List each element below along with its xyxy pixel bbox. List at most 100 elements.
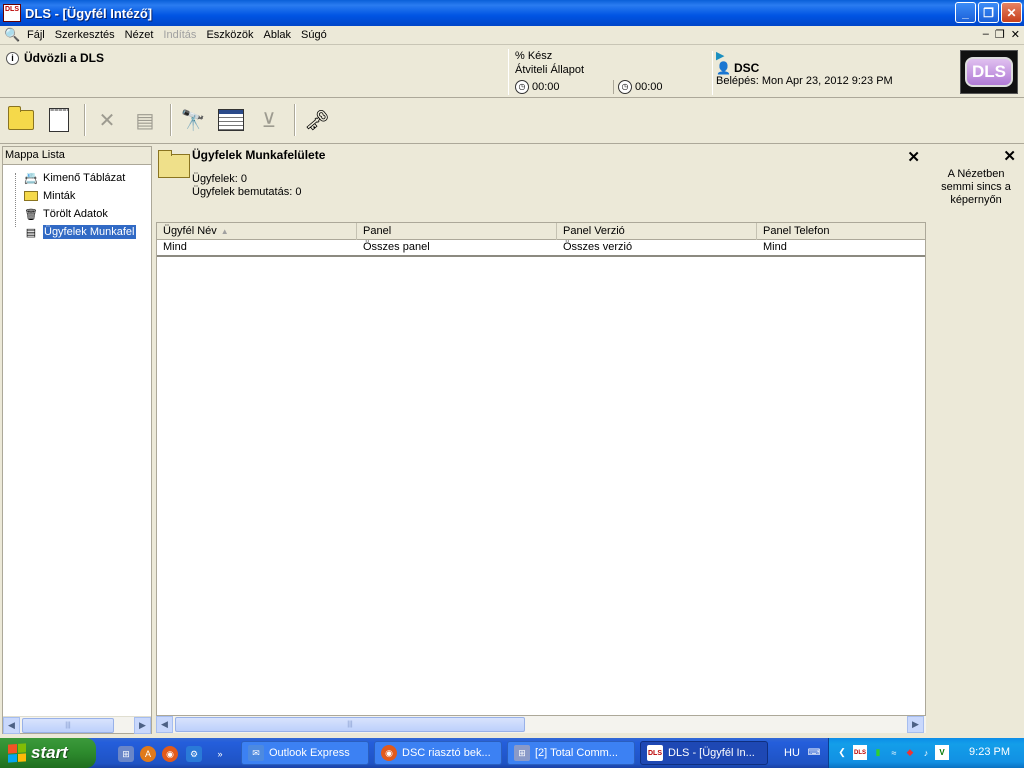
filter-panel-phone[interactable]: Mind (757, 240, 925, 255)
tray-wireless-icon[interactable]: ≈ (887, 745, 901, 760)
scroll-left-button[interactable]: ◀ (3, 716, 20, 734)
filter-client-name[interactable]: Mind (157, 240, 357, 255)
column-header-panel-phone[interactable]: Panel Telefon (757, 223, 925, 240)
dls-app-icon[interactable]: DLS (3, 4, 21, 22)
scroll-left-button[interactable]: ◀ (156, 716, 173, 733)
play-icon: ▶ (716, 50, 725, 62)
column-header-client-name[interactable]: Ügyfél Név ▲ (157, 223, 357, 240)
start-button[interactable]: start (0, 738, 96, 768)
quicklaunch-avast-icon[interactable]: A (140, 746, 156, 762)
filter-row: Mind Összes panel Összes verzió Mind (157, 240, 925, 257)
task-label: Outlook Express (269, 747, 350, 759)
column-header-panel[interactable]: Panel (357, 223, 557, 240)
task-dls[interactable]: DLS DLS - [Ügyfél In... (640, 741, 768, 765)
clock-icon: ◷ (515, 80, 529, 94)
scroll-thumb[interactable]: ||| (175, 717, 525, 732)
folder-list-pane: Mappa Lista 📇 Kimenő Táblázat Minták 🗑 T… (2, 146, 152, 734)
menu-tools[interactable]: Eszközök (201, 29, 258, 41)
mdi-minimize-button[interactable]: – (983, 28, 989, 41)
login-time: Belépés: Mon Apr 23, 2012 9:23 PM (716, 75, 893, 87)
mdi-restore-button[interactable]: ❐ (995, 28, 1005, 41)
sort-ascending-icon: ▲ (220, 227, 229, 236)
task-total-commander[interactable]: ⊞ [2] Total Comm... (507, 741, 635, 765)
tree-item-outbox[interactable]: 📇 Kimenő Táblázat (3, 169, 151, 187)
new-document-icon[interactable]: ≡≡≡≡≡≡ (42, 104, 76, 136)
title-bar[interactable]: DLS DLS - [Ügyfél Intéző] _ ❐ ✕ (0, 0, 1024, 26)
tree-item-templates[interactable]: Minták (3, 187, 151, 205)
menu-help[interactable]: Súgó (296, 29, 332, 41)
left-pane-scrollbar[interactable]: ◀ ||| ▶ (3, 716, 151, 734)
trash-icon: 🗑 (24, 208, 38, 221)
taskbar-clock[interactable]: 9:23 PM (969, 746, 1010, 758)
tray-signal-icon[interactable]: ▮ (871, 745, 885, 760)
total-commander-icon: ⊞ (514, 745, 530, 761)
grid-horizontal-scrollbar[interactable]: ◀ ||| ▶ (156, 716, 926, 733)
find-icon[interactable]: 🔭 (176, 104, 210, 136)
scroll-thumb[interactable]: ||| (22, 717, 114, 733)
welcome-text: Üdvözli a DLS (24, 51, 105, 65)
info-strip: i Üdvözli a DLS % Kész Átviteli Állapot … (0, 46, 1024, 98)
filter-panel-version[interactable]: Összes verzió (557, 240, 757, 255)
windows-logo-icon (8, 743, 26, 763)
tree-item-client-workspace[interactable]: ▤ Ügyfelek Munkafel (3, 223, 151, 241)
quicklaunch-firefox-icon[interactable]: ◉ (162, 746, 178, 762)
scroll-right-button[interactable]: ▶ (134, 716, 151, 734)
toolbar-separator (294, 104, 296, 136)
new-folder-icon[interactable] (4, 104, 38, 136)
timer-elapsed: ◷ 00:00 (515, 80, 560, 94)
key-card-icon[interactable]: 🗝 (300, 104, 334, 136)
language-indicator[interactable]: HU (784, 747, 800, 759)
workspace-close-icon[interactable]: ✕ (907, 150, 920, 165)
task-outlook-express[interactable]: ✉ Outlook Express (241, 741, 369, 765)
maximize-button[interactable]: ❐ (978, 2, 999, 23)
quicklaunch-settings-icon[interactable]: ⚙ (186, 746, 202, 762)
clear-filter-icon: ⊻ (261, 109, 277, 132)
tray-shield-icon[interactable]: ◆ (903, 745, 917, 760)
mdi-close-button[interactable]: ✕ (1011, 28, 1020, 41)
close-button[interactable]: ✕ (1001, 2, 1022, 23)
outbox-icon: 📇 (24, 172, 38, 185)
client-grid: Ügyfél Név ▲ Panel Panel Verzió Panel Tel… (156, 222, 926, 716)
welcome-area: i Üdvözli a DLS (6, 51, 104, 65)
system-tray: ❮ DLS ▮ ≈ ◆ ♪ V 9:23 PM (828, 738, 1024, 768)
scroll-right-button[interactable]: ▶ (907, 716, 924, 733)
tray-app-icon[interactable]: V (935, 745, 949, 760)
folder-list-title: Mappa Lista (3, 147, 151, 165)
column-header-panel-version[interactable]: Panel Verzió (557, 223, 757, 240)
tray-dls-icon[interactable]: DLS (853, 745, 867, 760)
menu-edit[interactable]: Szerkesztés (50, 29, 120, 41)
timer-elapsed-value: 00:00 (532, 81, 560, 93)
tray-collapse-icon[interactable]: ❮ (835, 745, 849, 760)
keyboard-icon[interactable]: ⌨ (807, 745, 821, 760)
properties-icon: ▤ (135, 109, 155, 132)
menu-file[interactable]: Fájl (22, 29, 50, 41)
workspace-header: Ügyfelek Munkafelülete Ügyfelek: 0 Ügyfe… (156, 146, 926, 222)
delete-icon: ✕ (98, 109, 116, 132)
dls-logo-text: DLS (965, 57, 1013, 87)
grid-header: Ügyfél Név ▲ Panel Panel Verzió Panel Tel… (157, 223, 925, 240)
quicklaunch-expand-icon[interactable]: » (212, 746, 228, 762)
menu-window[interactable]: Ablak (259, 29, 297, 41)
toolbar-separator (84, 104, 86, 136)
timer-remaining-value: 00:00 (635, 81, 663, 93)
tree-item-label: Minták (43, 190, 76, 202)
tree-item-deleted[interactable]: 🗑 Törölt Adatok (3, 205, 151, 223)
info-pane: ✕ A Nézetben semmi sincs a képernyőn (928, 146, 1022, 734)
minimize-button[interactable]: _ (955, 2, 976, 23)
task-label: DLS - [Ügyfél In... (668, 747, 755, 759)
user-name-text: DSC (733, 61, 760, 75)
document-system-icon[interactable]: 🔍 (4, 27, 20, 43)
task-firefox-dsc[interactable]: ◉ DSC riasztó bek... (374, 741, 502, 765)
clock-search-icon: ◷ (618, 80, 632, 94)
info-icon: i (6, 51, 19, 65)
workspace-icon: ▤ (25, 226, 37, 239)
filter-panel[interactable]: Összes panel (357, 240, 557, 255)
quicklaunch-network-icon[interactable]: ⊞ (118, 746, 134, 762)
info-pane-close-icon[interactable]: ✕ (1003, 149, 1016, 164)
user-name: 👤 DSC (716, 61, 952, 75)
filter-icon[interactable] (214, 104, 248, 136)
menu-view[interactable]: Nézet (120, 29, 159, 41)
menu-start: Indítás (163, 29, 197, 41)
tray-volume-icon[interactable]: ♪ (919, 745, 933, 760)
column-header-label: Ügyfél Név (163, 225, 217, 237)
